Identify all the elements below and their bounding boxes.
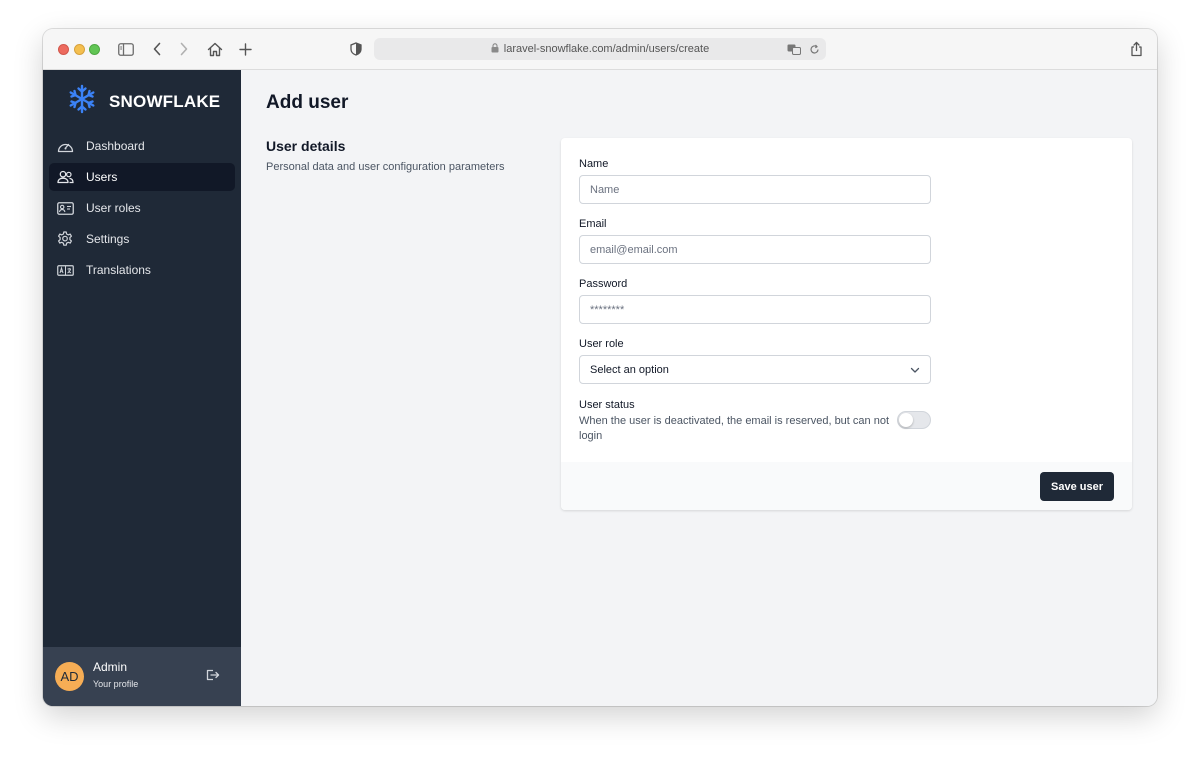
email-input[interactable] bbox=[579, 235, 931, 264]
sidebar-item-label: User roles bbox=[86, 201, 141, 215]
password-input[interactable] bbox=[579, 295, 931, 324]
gear-icon bbox=[56, 230, 74, 248]
sidebar-item-label: Users bbox=[86, 170, 118, 184]
sidebar-item-settings[interactable]: Settings bbox=[49, 225, 235, 253]
sidebar-item-users[interactable]: Users bbox=[49, 163, 235, 191]
dashboard-icon bbox=[56, 137, 74, 155]
toggle-knob bbox=[899, 413, 913, 427]
name-input[interactable] bbox=[579, 175, 931, 204]
back-icon[interactable] bbox=[146, 39, 168, 59]
main-content: Add user User details Personal data and … bbox=[241, 70, 1157, 706]
form-footer: Save user bbox=[561, 462, 1132, 510]
sidebar-item-label: Translations bbox=[86, 263, 151, 277]
translations-icon bbox=[56, 261, 74, 279]
sidebar-item-dashboard[interactable]: Dashboard bbox=[49, 132, 235, 160]
browser-window: laravel-snowflake.com/admin/users/create bbox=[43, 29, 1157, 706]
logout-icon[interactable] bbox=[205, 667, 221, 683]
password-label: Password bbox=[579, 278, 628, 290]
translate-icon[interactable] bbox=[786, 41, 802, 57]
lock-icon bbox=[491, 42, 499, 56]
sidebar-item-label: Settings bbox=[86, 232, 130, 246]
page-title: Add user bbox=[266, 92, 349, 113]
forward-icon[interactable] bbox=[173, 39, 195, 59]
user-status-description: When the user is deactivated, the email … bbox=[579, 415, 889, 442]
profile-panel[interactable]: AD Admin Your profile bbox=[43, 647, 241, 706]
chevron-down-icon bbox=[910, 365, 920, 377]
new-tab-icon[interactable] bbox=[234, 39, 256, 59]
share-icon[interactable] bbox=[1125, 39, 1147, 59]
brand[interactable]: SNOWFLAKE bbox=[67, 84, 220, 119]
user-role-select[interactable]: Select an option bbox=[579, 355, 931, 384]
url-text: laravel-snowflake.com/admin/users/create bbox=[503, 43, 710, 55]
sidebar-item-label: Dashboard bbox=[86, 139, 145, 153]
user-status-label: User status bbox=[579, 399, 635, 411]
save-user-button[interactable]: Save user bbox=[1040, 472, 1114, 501]
avatar[interactable]: AD bbox=[55, 662, 84, 691]
user-role-selected: Select an option bbox=[590, 363, 669, 376]
section-title: User details bbox=[266, 138, 346, 154]
reload-icon[interactable] bbox=[806, 41, 822, 57]
browser-toolbar: laravel-snowflake.com/admin/users/create bbox=[43, 29, 1157, 70]
sidebar-item-translations[interactable]: Translations bbox=[49, 256, 235, 284]
users-icon bbox=[56, 168, 74, 186]
maximize-window-button[interactable] bbox=[89, 44, 100, 55]
minimize-window-button[interactable] bbox=[74, 44, 85, 55]
profile-link[interactable]: Your profile bbox=[93, 679, 138, 689]
sidebar-item-user-roles[interactable]: User roles bbox=[49, 194, 235, 222]
address-bar[interactable]: laravel-snowflake.com/admin/users/create bbox=[374, 38, 826, 60]
email-label: Email bbox=[579, 218, 607, 230]
profile-name[interactable]: Admin bbox=[93, 660, 127, 674]
id-card-icon bbox=[56, 199, 74, 217]
sidebar: SNOWFLAKE Dashboard Users User roles Set… bbox=[43, 70, 241, 706]
user-status-toggle[interactable] bbox=[897, 411, 931, 429]
snowflake-logo-icon bbox=[67, 84, 97, 119]
sidebar-toggle-icon[interactable] bbox=[115, 39, 137, 59]
user-form-card: Name Email Password User role Select an … bbox=[561, 138, 1132, 510]
close-window-button[interactable] bbox=[58, 44, 69, 55]
brand-name: SNOWFLAKE bbox=[109, 91, 221, 111]
user-role-label: User role bbox=[579, 338, 624, 350]
section-description: Personal data and user configuration par… bbox=[266, 161, 505, 173]
privacy-shield-icon[interactable] bbox=[345, 39, 367, 59]
name-label: Name bbox=[579, 158, 609, 170]
home-icon[interactable] bbox=[204, 39, 226, 59]
